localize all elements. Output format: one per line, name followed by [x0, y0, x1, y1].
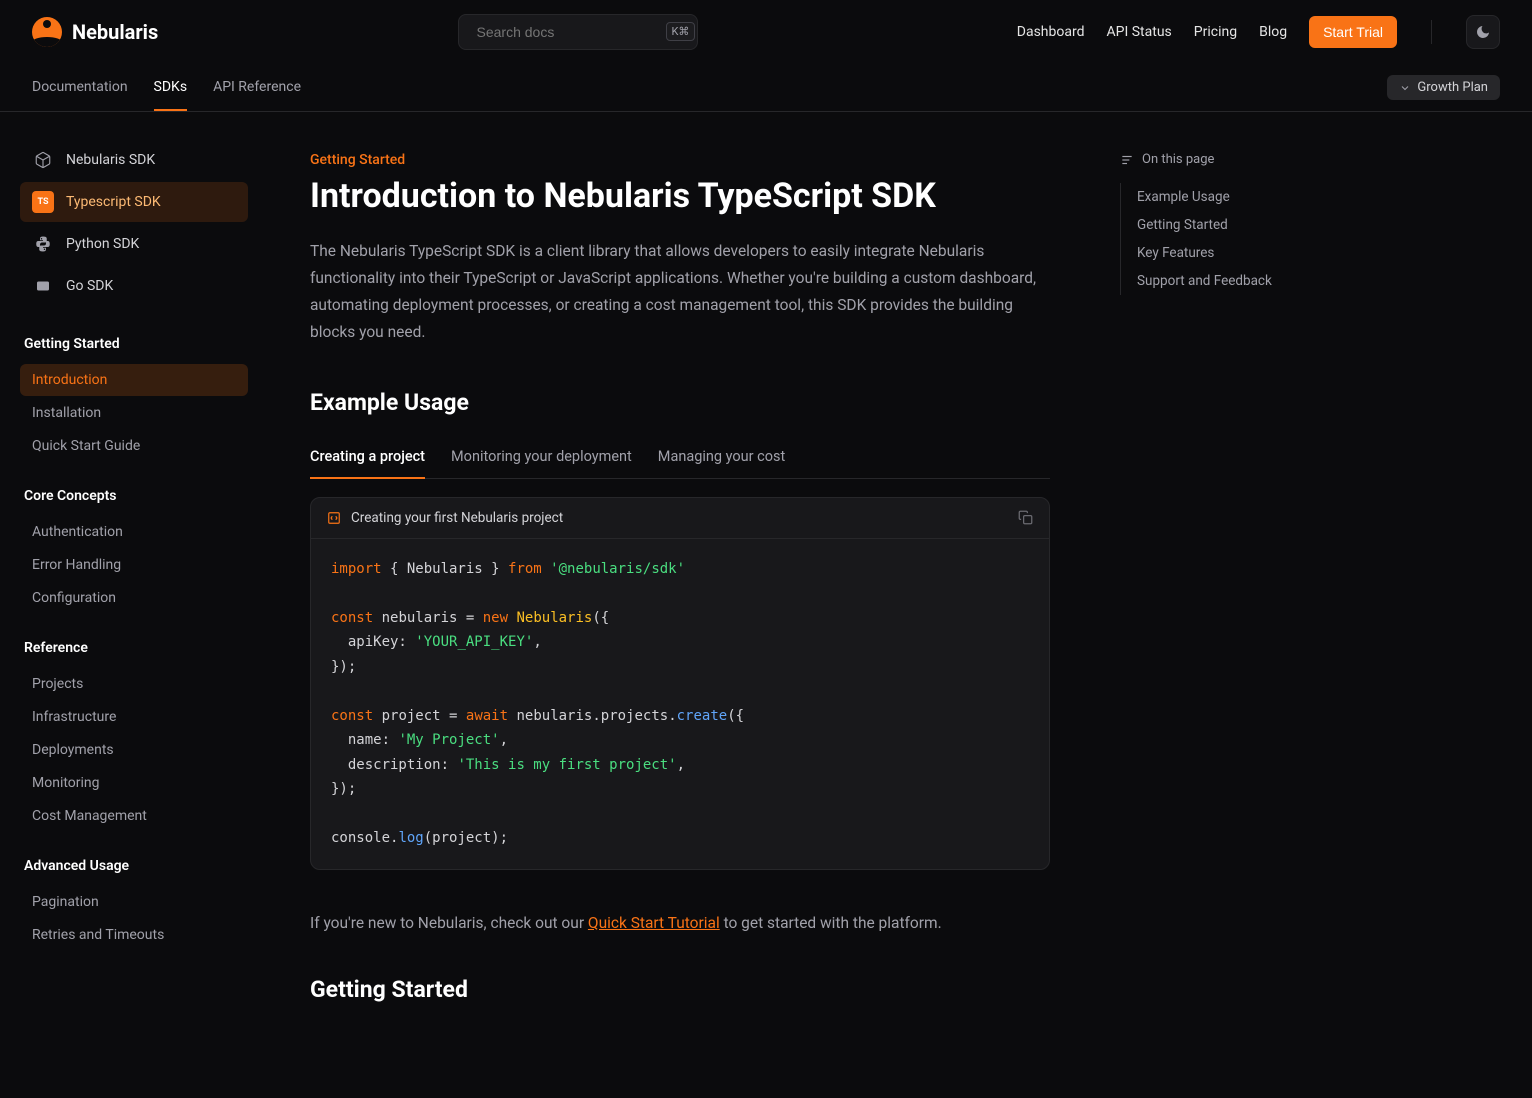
header-nav: Dashboard API Status Pricing Blog Start …	[1017, 15, 1500, 49]
list-icon	[1120, 153, 1134, 167]
section-getting-started: Getting Started	[24, 336, 248, 352]
code-tab-cost[interactable]: Managing your cost	[658, 438, 785, 479]
ts-icon: TS	[32, 191, 54, 213]
logo[interactable]: Nebularis	[32, 17, 158, 47]
table-of-contents: On this page Example Usage Getting Start…	[1100, 112, 1340, 1065]
nav-error-handling[interactable]: Error Handling	[20, 549, 248, 581]
copy-icon	[1018, 510, 1033, 525]
page-title: Introduction to Nebularis TypeScript SDK	[310, 176, 1050, 216]
main-content: Getting Started Introduction to Nebulari…	[260, 112, 1100, 1065]
nav-quick-start[interactable]: Quick Start Guide	[20, 430, 248, 462]
brand-name: Nebularis	[72, 20, 158, 44]
eyebrow: Getting Started	[310, 152, 1050, 168]
footer-text: If you're new to Nebularis, check out ou…	[310, 910, 1050, 936]
python-icon	[32, 233, 54, 255]
nav-deployments[interactable]: Deployments	[20, 734, 248, 766]
tab-documentation[interactable]: Documentation	[32, 65, 128, 111]
example-heading: Example Usage	[310, 389, 1050, 416]
sdk-python[interactable]: Python SDK	[20, 224, 248, 264]
nav-pagination[interactable]: Pagination	[20, 886, 248, 918]
code-tab-monitor[interactable]: Monitoring your deployment	[451, 438, 632, 479]
plan-badge[interactable]: Growth Plan	[1387, 75, 1500, 100]
moon-icon	[1475, 24, 1491, 40]
search-field[interactable]	[477, 24, 658, 40]
tab-sdks[interactable]: SDKs	[154, 65, 188, 111]
nav-api-status[interactable]: API Status	[1107, 24, 1172, 40]
start-trial-button[interactable]: Start Trial	[1309, 16, 1397, 48]
toc-support[interactable]: Support and Feedback	[1120, 267, 1320, 295]
chevron-down-icon	[1399, 82, 1411, 94]
code-block: Creating your first Nebularis project im…	[310, 497, 1050, 870]
code-title: Creating your first Nebularis project	[351, 510, 563, 526]
code-tab-create[interactable]: Creating a project	[310, 438, 425, 479]
nav-introduction[interactable]: Introduction	[20, 364, 248, 396]
sdk-typescript[interactable]: TS Typescript SDK	[20, 182, 248, 222]
section-core-concepts: Core Concepts	[24, 488, 248, 504]
nav-blog[interactable]: Blog	[1259, 24, 1287, 40]
tab-api-reference[interactable]: API Reference	[213, 65, 301, 111]
section-advanced: Advanced Usage	[24, 858, 248, 874]
intro-text: The Nebularis TypeScript SDK is a client…	[310, 238, 1050, 347]
search-shortcut: K⌘	[666, 22, 696, 41]
logo-icon	[32, 17, 62, 47]
nav-projects[interactable]: Projects	[20, 668, 248, 700]
toc-example-usage[interactable]: Example Usage	[1120, 183, 1320, 211]
quick-start-link[interactable]: Quick Start Tutorial	[588, 914, 720, 932]
nav-installation[interactable]: Installation	[20, 397, 248, 429]
divider	[1431, 20, 1432, 44]
sub-nav: Documentation SDKs API Reference Growth …	[0, 64, 1532, 112]
cube-icon	[32, 149, 54, 171]
sdk-nebularis[interactable]: Nebularis SDK	[20, 140, 248, 180]
nav-pricing[interactable]: Pricing	[1194, 24, 1237, 40]
go-icon	[32, 275, 54, 297]
toc-title: On this page	[1120, 152, 1320, 167]
sidebar: Nebularis SDK TS Typescript SDK Python S…	[0, 112, 260, 1065]
nav-cost-management[interactable]: Cost Management	[20, 800, 248, 832]
theme-toggle[interactable]	[1466, 15, 1500, 49]
nav-infrastructure[interactable]: Infrastructure	[20, 701, 248, 733]
code-tabs: Creating a project Monitoring your deplo…	[310, 438, 1050, 479]
getting-started-heading: Getting Started	[310, 976, 1050, 1003]
section-reference: Reference	[24, 640, 248, 656]
search-input[interactable]: K⌘	[458, 14, 698, 50]
nav-authentication[interactable]: Authentication	[20, 516, 248, 548]
nav-dashboard[interactable]: Dashboard	[1017, 24, 1085, 40]
code-icon	[327, 511, 341, 525]
copy-button[interactable]	[1018, 510, 1033, 525]
nav-retries[interactable]: Retries and Timeouts	[20, 919, 248, 951]
nav-monitoring[interactable]: Monitoring	[20, 767, 248, 799]
nav-configuration[interactable]: Configuration	[20, 582, 248, 614]
sdk-go[interactable]: Go SDK	[20, 266, 248, 306]
toc-key-features[interactable]: Key Features	[1120, 239, 1320, 267]
code-body: import { Nebularis } from '@nebularis/sd…	[311, 539, 1049, 869]
header: Nebularis K⌘ Dashboard API Status Pricin…	[0, 0, 1532, 64]
toc-getting-started[interactable]: Getting Started	[1120, 211, 1320, 239]
